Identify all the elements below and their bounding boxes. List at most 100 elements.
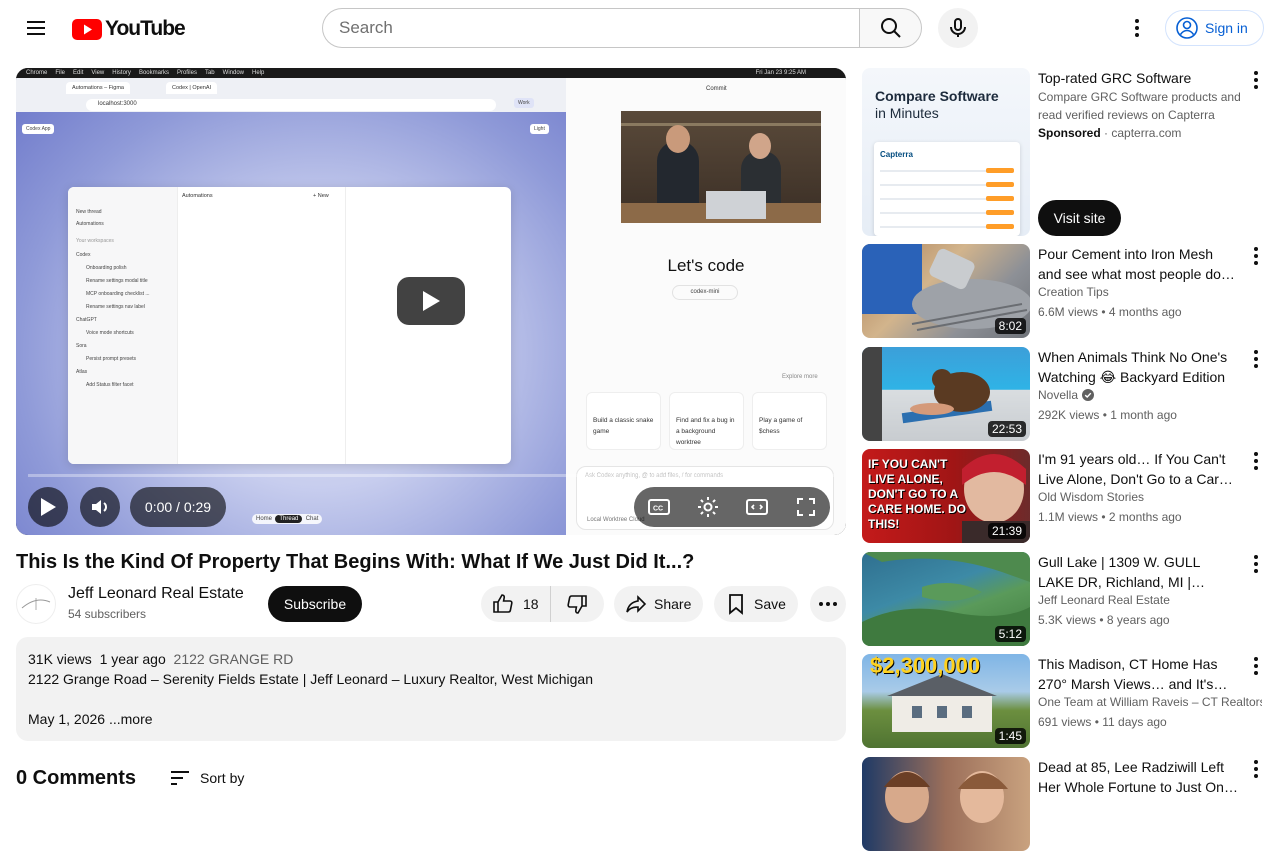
video-menu-button[interactable] <box>1244 449 1268 473</box>
description-box[interactable]: 31K views 1 year ago 2122 GRANGE RD 2122… <box>16 637 846 741</box>
video-menu-button[interactable] <box>1244 552 1268 576</box>
video-title[interactable]: Pour Cement into Iron Mesh and see what … <box>1038 244 1238 284</box>
like-dislike-group: 18 <box>481 586 604 622</box>
channel-avatar[interactable] <box>16 584 56 624</box>
thumbs-down-icon <box>567 595 587 614</box>
ad-thumbnail[interactable]: Compare Software in Minutes Capterra <box>862 68 1030 236</box>
sponsored-ad[interactable]: Compare Software in Minutes Capterra Top-… <box>862 68 1264 236</box>
video-thumbnail[interactable]: 5:12 <box>862 552 1030 646</box>
kebab-menu-icon <box>1254 247 1258 265</box>
guide-menu-button[interactable] <box>16 8 56 48</box>
theater-mode-icon[interactable] <box>745 495 769 519</box>
comments-count: 0 Comments <box>16 767 137 789</box>
thumbnail-overlay-text: IF YOU CAN'T LIVE ALONE, DON'T GO TO A C… <box>868 457 967 531</box>
video-thumbnail[interactable] <box>862 757 1030 851</box>
search-input[interactable] <box>322 8 859 48</box>
video-duration: 8:02 <box>994 318 1026 334</box>
recommendation-item[interactable]: 8:02 Pour Cement into Iron Mesh and see … <box>862 244 1264 338</box>
closed-captions-icon[interactable]: CC <box>647 495 671 519</box>
video-menu-button[interactable] <box>1244 244 1268 268</box>
thumbs-up-icon <box>493 594 513 613</box>
kebab-menu-icon <box>1135 19 1139 37</box>
sort-label: Sort by <box>200 770 245 786</box>
video-duration: 22:53 <box>987 421 1026 437</box>
more-actions-button[interactable] <box>810 586 846 622</box>
video-menu-button[interactable] <box>1244 347 1268 371</box>
dislike-button[interactable] <box>551 586 603 622</box>
youtube-logo[interactable]: YouTube <box>72 17 186 41</box>
video-meta: 691 views • 11 days ago <box>1038 715 1167 729</box>
kebab-menu-icon <box>1254 657 1258 675</box>
play-icon <box>41 498 56 516</box>
video-frame-bottom-tabs: Home Thread Chat <box>252 514 323 524</box>
sign-in-label: Sign in <box>1205 20 1248 36</box>
channel-name[interactable]: Jeff Leonard Real Estate <box>1038 593 1170 607</box>
description-more-link[interactable]: ...more <box>109 711 153 727</box>
recommendation-item[interactable]: Dead at 85, Lee Radziwill Left Her Whole… <box>862 757 1264 851</box>
visit-site-button[interactable]: Visit site <box>1038 200 1121 236</box>
youtube-play-logo-icon <box>72 18 102 40</box>
kebab-menu-icon <box>1254 350 1258 368</box>
kebab-menu-icon <box>1254 760 1258 778</box>
progress-bar[interactable] <box>28 474 834 477</box>
video-player[interactable]: Chrome File Edit View History Bookmarks Profil… <box>16 68 846 535</box>
recommendation-item[interactable]: IF YOU CAN'T LIVE ALONE, DON'T GO TO A C… <box>862 449 1264 543</box>
account-circle-icon <box>1176 17 1198 39</box>
video-thumbnail[interactable]: $2,300,000 1:45 <box>862 654 1030 748</box>
video-meta: 5.3K views • 8 years ago <box>1038 613 1170 627</box>
channel-name[interactable]: Novella <box>1038 388 1095 402</box>
recommendation-item[interactable]: 22:53 When Animals Think No One's Watchi… <box>862 347 1264 441</box>
settings-gear-icon[interactable] <box>696 495 720 519</box>
ad-menu-button[interactable] <box>1244 68 1268 92</box>
video-meta: 1.1M views • 2 months ago <box>1038 510 1182 524</box>
recommendation-item[interactable]: 5:12 Gull Lake | 1309 W. GULL LAKE DR, R… <box>862 552 1264 646</box>
kebab-menu-icon <box>1254 555 1258 573</box>
sign-in-button[interactable]: Sign in <box>1165 10 1264 46</box>
like-count: 18 <box>523 596 539 612</box>
video-title[interactable]: This Madison, CT Home Has 270° Marsh Vie… <box>1038 654 1238 694</box>
kebab-menu-icon <box>1254 452 1258 470</box>
settings-more-button[interactable] <box>1117 8 1157 48</box>
fullscreen-icon[interactable] <box>794 495 818 519</box>
subscribe-button[interactable]: Subscribe <box>268 586 362 622</box>
video-thumbnail[interactable]: 22:53 <box>862 347 1030 441</box>
recommendation-item[interactable]: $2,300,000 1:45 This Madison, CT Home Ha… <box>862 654 1264 748</box>
share-arrow-icon <box>626 595 647 613</box>
video-title[interactable]: When Animals Think No One's Watching 😂 B… <box>1038 347 1238 387</box>
kebab-menu-icon <box>1254 71 1258 89</box>
play-button[interactable] <box>28 487 68 527</box>
video-meta: 6.6M views • 4 months ago <box>1038 305 1182 319</box>
video-title[interactable]: Dead at 85, Lee Radziwill Left Her Whole… <box>1038 757 1238 797</box>
channel-name[interactable]: One Team at William Raveis – CT Realtors <box>1038 695 1262 709</box>
verified-badge-icon <box>1082 389 1095 401</box>
hamburger-icon <box>27 21 45 35</box>
video-meta: 292K views • 1 month ago <box>1038 408 1177 422</box>
video-thumbnail[interactable]: 8:02 <box>862 244 1030 338</box>
channel-name[interactable]: Creation Tips <box>1038 285 1109 299</box>
voice-search-button[interactable] <box>938 8 978 48</box>
ad-title[interactable]: Top-rated GRC Software <box>1038 68 1191 88</box>
description-meta: 31K views 1 year ago 2122 GRANGE RD <box>28 651 294 667</box>
sort-comments-button[interactable]: Sort by <box>168 766 244 790</box>
video-thumbnail[interactable]: IF YOU CAN'T LIVE ALONE, DON'T GO TO A C… <box>862 449 1030 543</box>
search-button[interactable] <box>859 8 922 48</box>
ad-description: Compare GRC Software products and read v… <box>1038 90 1241 122</box>
video-menu-button[interactable] <box>1244 654 1268 678</box>
video-title[interactable]: Gull Lake | 1309 W. GULL LAKE DR, Richla… <box>1038 552 1238 592</box>
video-title[interactable]: I'm 91 years old… If You Can't Live Alon… <box>1038 449 1238 489</box>
large-play-button[interactable] <box>397 277 465 325</box>
search-box <box>322 8 922 48</box>
microphone-icon <box>950 18 966 37</box>
share-button[interactable]: Share <box>614 586 704 622</box>
channel-name[interactable]: Old Wisdom Stories <box>1038 490 1144 504</box>
save-button[interactable]: Save <box>714 586 798 622</box>
mute-button[interactable] <box>80 487 120 527</box>
description-line: 2122 Grange Road – Serenity Fields Estat… <box>28 671 593 687</box>
video-menu-button[interactable] <box>1244 757 1268 781</box>
video-frame-codex-app: Commit Let's code codex-mini Explore mor… <box>566 78 846 535</box>
channel-name[interactable]: Jeff Leonard Real Estate <box>68 585 244 603</box>
thumbnail-overlay-text: $2,300,000 <box>870 654 981 678</box>
like-button[interactable]: 18 <box>481 586 551 622</box>
play-icon <box>423 291 440 311</box>
masthead: YouTube Sign in <box>0 0 1280 56</box>
